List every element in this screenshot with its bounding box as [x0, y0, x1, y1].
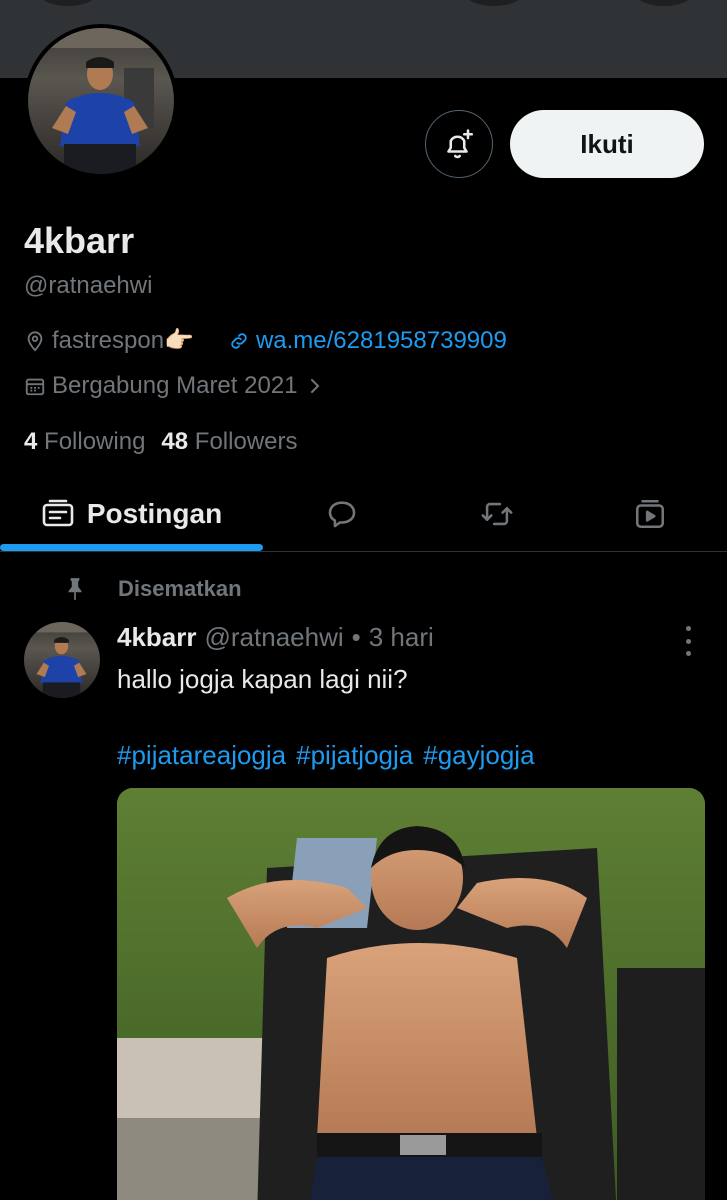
location-text: fastrespon👉🏻	[52, 327, 194, 354]
tab-media[interactable]	[608, 478, 692, 550]
joined-row[interactable]: Bergabung Maret 2021	[24, 372, 324, 400]
post-header: 4kbarr @ratnaehwi • 3 hari	[117, 622, 434, 653]
followers-label: Followers	[194, 428, 298, 455]
post-more-button[interactable]	[676, 626, 700, 656]
location-pin-icon	[27, 330, 43, 352]
followers-count: 48	[161, 428, 189, 455]
post-media-image[interactable]	[117, 788, 705, 1200]
banner-shape	[636, 0, 692, 6]
profile-handle: @ratnaehwi	[24, 272, 153, 299]
display-name: 4kbarr	[24, 220, 135, 261]
avatar-photo	[28, 28, 174, 174]
followers-stat[interactable]: 48 Followers	[161, 428, 297, 456]
hashtag-link[interactable]: #gayjogja	[423, 740, 534, 771]
follow-button[interactable]: Ikuti	[510, 110, 704, 178]
replies-icon	[328, 501, 356, 528]
notify-bell-button[interactable]	[425, 110, 493, 178]
tab-reposts[interactable]	[455, 478, 539, 550]
website-link[interactable]: wa.me/6281958739909	[256, 327, 507, 355]
pinned-indicator: Disematkan	[62, 576, 242, 602]
following-count: 4	[24, 428, 38, 455]
post-author-avatar[interactable]	[24, 622, 100, 698]
chevron-right-icon	[310, 379, 319, 393]
reposts-icon	[481, 502, 513, 526]
following-label: Following	[44, 428, 146, 455]
pinned-label: Disematkan	[118, 576, 242, 601]
calendar-icon	[25, 378, 45, 396]
post-hashtags: #pijatareajogja #pijatjogja #gayjogja	[117, 740, 535, 771]
profile-avatar[interactable]	[24, 24, 178, 178]
tab-posts[interactable]: Postingan	[0, 478, 263, 550]
profile-tabs: Postingan	[0, 478, 727, 552]
more-dot	[685, 638, 691, 644]
tab-posts-label: Postingan	[86, 498, 223, 529]
post-text: hallo jogja kapan lagi nii?	[117, 664, 408, 694]
active-tab-indicator	[0, 544, 263, 551]
bell-plus-icon	[447, 129, 474, 159]
link-icon	[231, 332, 247, 349]
profile-meta-row: fastrespon👉🏻 wa.me/6281958739909	[24, 326, 507, 355]
tab-replies[interactable]	[300, 478, 384, 550]
banner-shape	[40, 0, 96, 6]
hashtag-link[interactable]: #pijatjogja	[296, 740, 413, 771]
posts-icon	[42, 499, 74, 527]
more-dots-icon	[685, 626, 691, 631]
banner-shape	[466, 0, 522, 6]
follow-stats: 4 Following 48 Followers	[24, 428, 298, 456]
post-author-name[interactable]: 4kbarr	[117, 622, 197, 653]
post-time[interactable]: 3 hari	[369, 622, 434, 653]
joined-date: Bergabung Maret 2021	[52, 372, 298, 399]
following-stat[interactable]: 4 Following	[24, 428, 145, 456]
post-separator: •	[351, 622, 361, 652]
post-author-handle[interactable]: @ratnaehwi	[205, 622, 344, 653]
media-icon	[635, 499, 665, 529]
hashtag-link[interactable]: #pijatareajogja	[117, 740, 286, 771]
pin-icon	[68, 578, 82, 600]
more-dot	[685, 651, 691, 656]
